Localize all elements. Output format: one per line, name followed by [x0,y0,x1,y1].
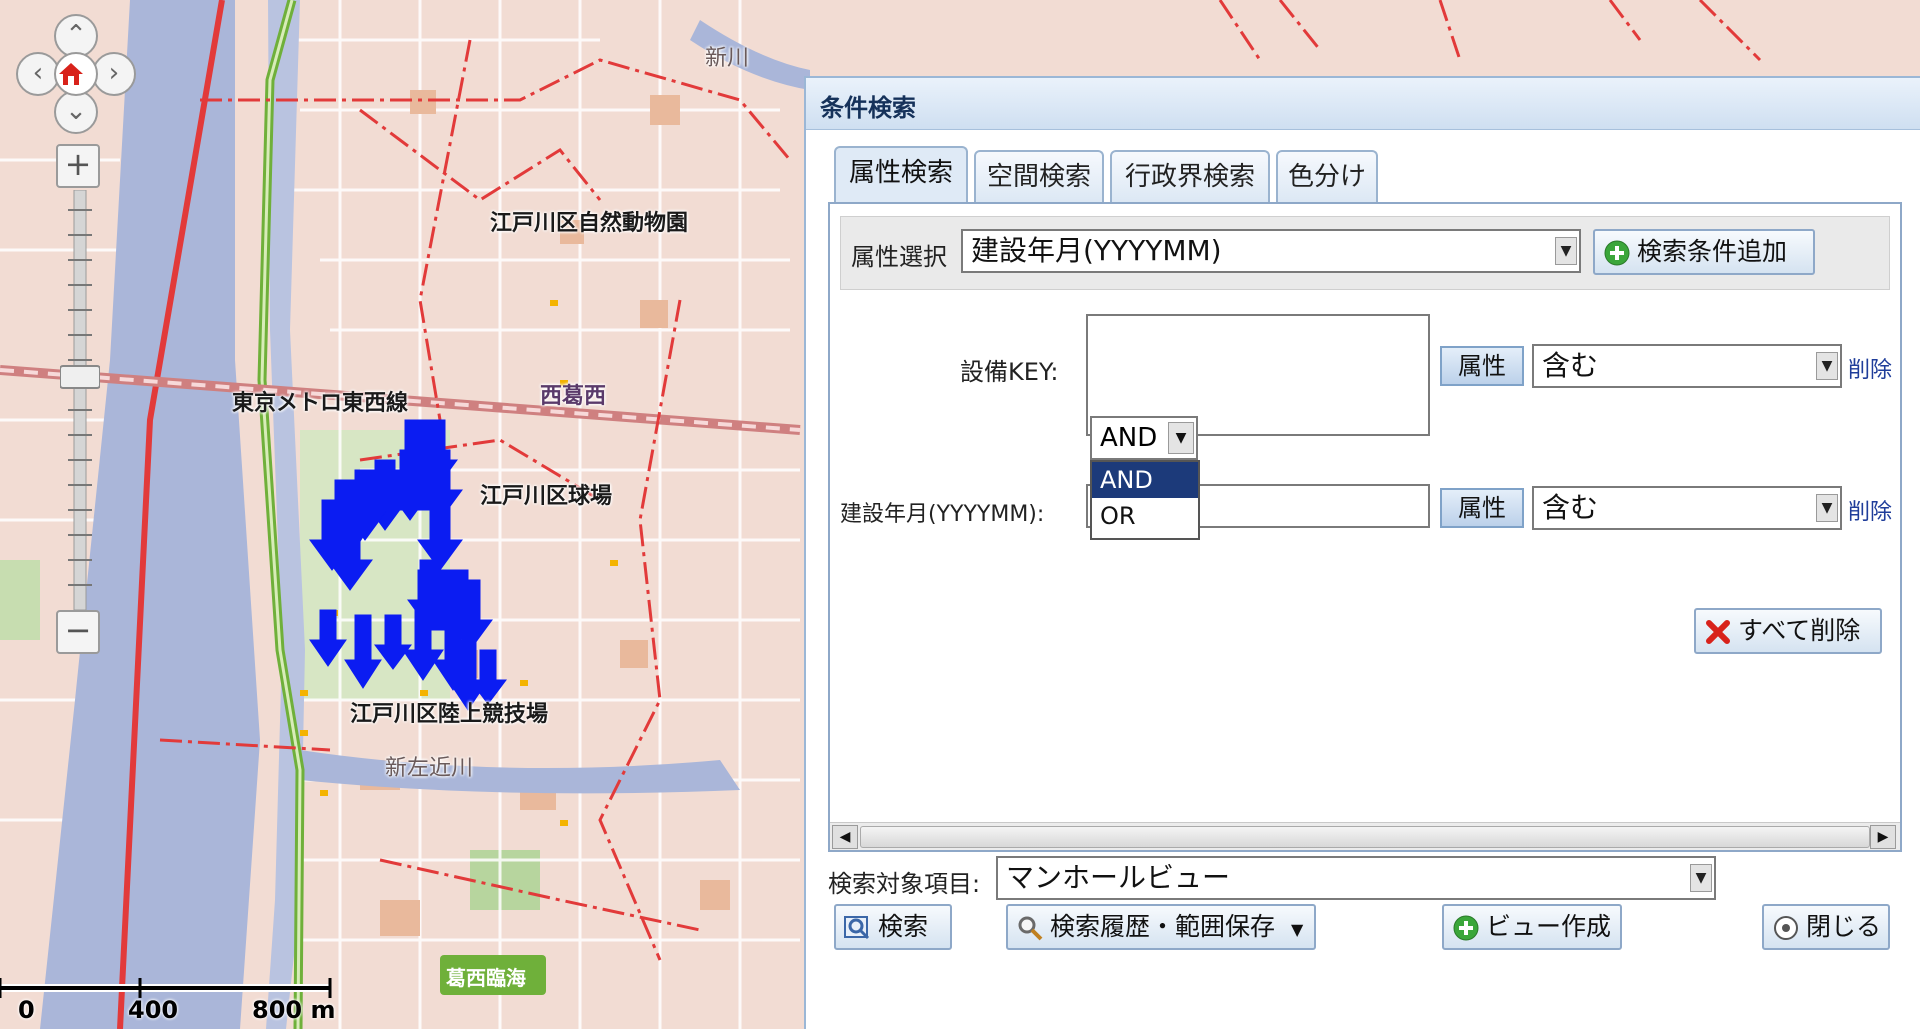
plus-circle-icon [1604,240,1630,266]
tab-attribute-search[interactable]: 属性検索 [834,146,968,204]
zoom-slider-handle [60,365,100,389]
condition-operator-select-1[interactable]: 含む ▼ [1532,344,1842,388]
dialog-title: 条件検索 [820,94,916,122]
chevron-down-icon: ⌄ [65,96,87,126]
zoom-slider[interactable] [60,190,100,610]
scroll-left-icon[interactable]: ◀ [832,825,858,849]
condition-label-equipment-key: 設備KEY: [960,358,1059,386]
attribute-select-label: 属性選択 [851,243,947,271]
pan-down-button[interactable]: ⌄ [54,90,98,134]
panel-horizontal-scrollbar[interactable]: ◀ ▶ [830,822,1900,850]
delete-all-button[interactable]: すべて削除 [1694,608,1882,654]
logic-operator-select[interactable]: AND ▼ [1090,416,1198,460]
map-label-ballpark: 江戸川区球場 [480,484,613,509]
zoom-out-button[interactable]: − [56,610,100,654]
close-circle-icon [1774,916,1798,940]
close-button-label: 閉じる [1806,912,1882,941]
map-label-nishikasai: 西葛西 [540,384,607,409]
condition-operator-select-2[interactable]: 含む ▼ [1532,486,1842,530]
dropdown-arrow-icon: ▼ [1168,422,1194,454]
create-view-label: ビュー作成 [1486,912,1612,941]
dropdown-arrow-icon: ▼ [1816,494,1838,522]
tab-color-coding[interactable]: 色分け [1276,150,1378,204]
home-icon [59,63,83,85]
map-label-shinkawa: 新川 [705,46,750,71]
logic-operator-options: AND OR [1090,460,1200,540]
dropdown-arrow-icon: ▼ [1690,864,1712,892]
search-button[interactable]: 検索 [834,904,952,950]
dialog-titlebar[interactable]: 条件検索 [806,78,1920,130]
tab-admin-boundary-search[interactable]: 行政界検索 [1110,150,1270,204]
scale-label-zero: 0 [18,996,35,1024]
add-search-condition-button[interactable]: 検索条件追加 [1593,229,1815,275]
map-label-shinsakongawa: 新左近川 [385,756,474,781]
search-history-label: 検索履歴・範囲保存 [1050,912,1276,941]
delete-all-label: すべて削除 [1738,616,1861,645]
pan-right-button[interactable]: › [92,52,136,96]
chevron-left-icon: ‹ [32,58,44,88]
history-search-icon [1018,916,1043,941]
tab-spatial-search[interactable]: 空間検索 [974,150,1104,204]
logic-option-or[interactable]: OR [1092,498,1198,534]
plus-circle-icon [1453,915,1479,941]
map-pan-control: ⌃ ‹ › ⌄ [16,14,138,136]
red-x-icon [1706,620,1730,644]
chevron-right-icon: › [108,58,120,88]
logic-operator-value: AND [1100,423,1158,453]
home-button[interactable] [54,52,98,96]
scroll-right-icon[interactable]: ▶ [1870,825,1896,849]
scrollbar-thumb[interactable] [860,826,1870,848]
condition-operator-value-1: 含む [1542,349,1599,382]
condition-operator-value-2: 含む [1542,491,1599,524]
map-label-stadium: 江戸川区陸上競技場 [350,702,549,727]
zoom-in-button[interactable]: + [56,144,100,188]
search-target-label: 検索対象項目: [828,870,981,898]
attribute-select-value: 建設年月(YYYYMM) [971,234,1222,267]
scale-label-mid: 400 [128,996,179,1024]
map-label-museum: 江戸川区自然動物園 [490,211,689,236]
search-target-value: マンホールビュー [1006,861,1231,894]
condition-attr-button-1[interactable]: 属性 [1440,346,1524,386]
station-badge: 葛西臨海 [446,966,526,990]
search-button-label: 検索 [878,912,929,941]
attribute-search-panel: 属性選択 建設年月(YYYYMM) ▼ 検索条件追加 設備KEY: 属性 含む … [828,202,1902,852]
search-history-button[interactable]: 検索履歴・範囲保存 ▼ [1006,904,1316,950]
attribute-select[interactable]: 建設年月(YYYYMM) ▼ [961,229,1581,273]
condition-label-construction-date: 建設年月(YYYYMM): [840,502,1045,527]
delete-condition-link-1[interactable]: 削除 [1848,352,1892,384]
close-button[interactable]: 閉じる [1762,904,1890,950]
delete-condition-link-2[interactable]: 削除 [1848,494,1892,526]
map-label-metro-line: 東京メトロ東西線 [232,391,409,416]
dropdown-arrow-icon: ▼ [1290,920,1304,939]
chevron-up-icon: ⌃ [65,20,87,50]
plus-icon: + [64,145,92,183]
search-target-select[interactable]: マンホールビュー ▼ [996,856,1716,900]
condition-attr-button-2[interactable]: 属性 [1440,488,1524,528]
logic-option-and[interactable]: AND [1092,462,1198,498]
condition-search-dialog: 条件検索 属性検索 空間検索 行政界検索 色分け 属性選択 建設年月(YYYYM… [804,76,1920,1029]
create-view-button[interactable]: ビュー作成 [1442,904,1622,950]
scale-label-end: 800 m [252,996,336,1024]
add-search-condition-label: 検索条件追加 [1637,237,1788,266]
attribute-select-bar: 属性選択 建設年月(YYYYMM) ▼ 検索条件追加 [840,216,1890,290]
search-icon [844,916,870,940]
minus-icon: − [64,611,92,649]
dropdown-arrow-icon: ▼ [1816,352,1838,380]
dropdown-arrow-icon: ▼ [1555,237,1577,265]
